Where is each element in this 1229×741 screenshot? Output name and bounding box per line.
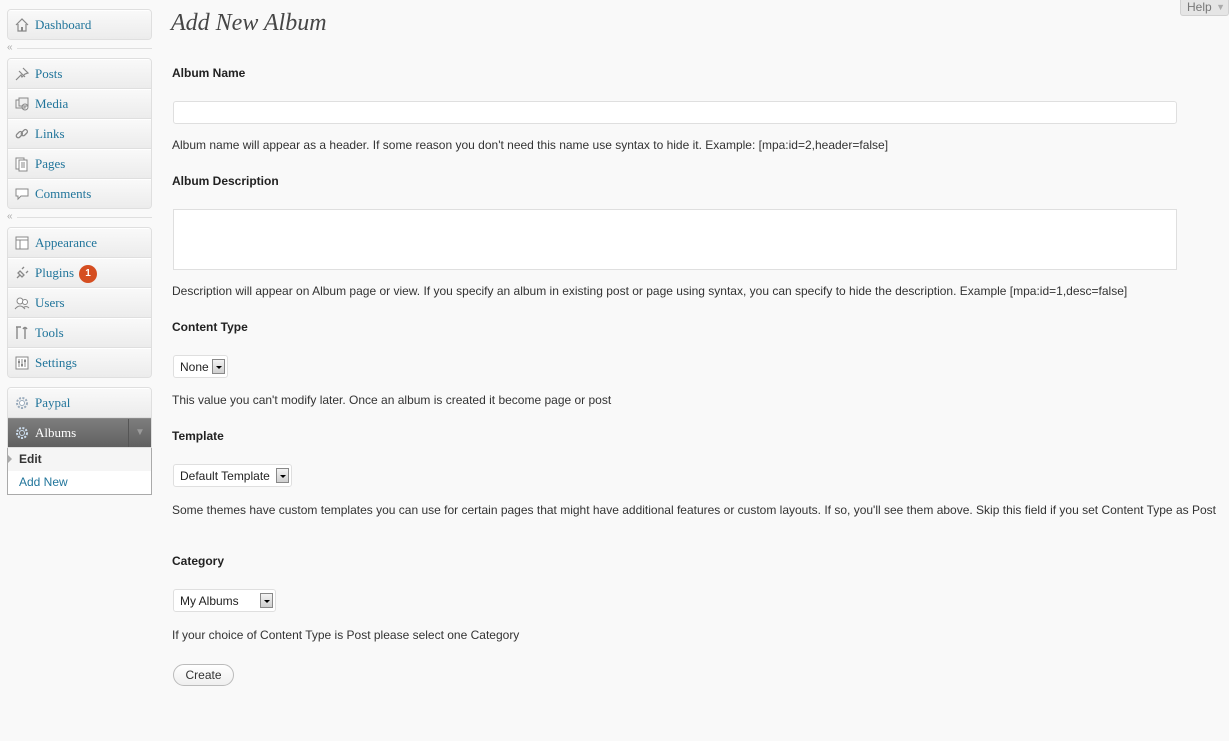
settings-icon bbox=[15, 356, 29, 370]
menu-group-admin: Appearance Plugins 1 Users Tools Setting… bbox=[7, 227, 152, 378]
album-name-input[interactable] bbox=[173, 101, 1177, 124]
sidebar-item-label: Users bbox=[35, 295, 65, 310]
category-select[interactable]: My Albums bbox=[173, 589, 276, 612]
collapse-arrow-icon[interactable]: « bbox=[7, 42, 13, 53]
sidebar-item-label: Dashboard bbox=[35, 17, 92, 32]
dropdown-arrow-icon[interactable] bbox=[276, 468, 289, 483]
users-icon bbox=[14, 297, 30, 310]
admin-sidebar: Dashboard « Posts Media Links Pages Comm… bbox=[7, 9, 152, 495]
plugin-icon bbox=[16, 266, 29, 279]
category-help: If your choice of Content Type is Post p… bbox=[172, 628, 520, 642]
sidebar-item-label: Media bbox=[35, 96, 69, 111]
sidebar-item-label: Albums bbox=[35, 425, 77, 440]
appearance-icon bbox=[15, 236, 29, 250]
sidebar-item-pages[interactable]: Pages bbox=[8, 149, 151, 179]
sidebar-item-comments[interactable]: Comments bbox=[8, 179, 151, 208]
help-label: Help bbox=[1187, 0, 1212, 14]
comment-icon bbox=[15, 188, 29, 201]
sidebar-item-posts[interactable]: Posts bbox=[8, 59, 151, 89]
sidebar-item-label: Tools bbox=[35, 325, 64, 340]
menu-separator: « bbox=[7, 40, 152, 58]
sidebar-item-label: Settings bbox=[35, 355, 77, 370]
sidebar-item-appearance[interactable]: Appearance bbox=[8, 228, 151, 258]
menu-group-plugins: Paypal Albums ▼ bbox=[7, 387, 152, 448]
sidebar-item-tools[interactable]: Tools bbox=[8, 318, 151, 348]
template-select[interactable]: Default Template bbox=[173, 464, 292, 487]
sidebar-item-links[interactable]: Links bbox=[8, 119, 151, 149]
album-name-help: Album name will appear as a header. If s… bbox=[172, 138, 889, 152]
albums-submenu: Edit Add New bbox=[7, 448, 152, 495]
template-value: Default Template bbox=[180, 469, 270, 483]
category-value: My Albums bbox=[180, 594, 239, 608]
content-type-help: This value you can't modify later. Once … bbox=[172, 393, 612, 407]
pages-icon bbox=[15, 157, 28, 172]
media-icon bbox=[15, 97, 29, 111]
template-help: Some themes have custom templates you ca… bbox=[172, 503, 1216, 517]
sidebar-item-plugins[interactable]: Plugins 1 bbox=[8, 258, 151, 288]
album-description-label: Album Description bbox=[172, 174, 279, 188]
sidebar-item-label: Pages bbox=[35, 156, 66, 171]
content-type-value: None bbox=[180, 360, 209, 374]
page-title: Add New Album bbox=[171, 10, 327, 36]
submenu-item-edit[interactable]: Edit bbox=[7, 448, 151, 471]
link-icon bbox=[15, 128, 29, 139]
update-count-badge: 1 bbox=[79, 265, 97, 283]
dashboard-icon bbox=[15, 18, 29, 32]
sidebar-item-media[interactable]: Media bbox=[8, 89, 151, 119]
create-button[interactable]: Create bbox=[173, 664, 234, 686]
menu-group-dashboard: Dashboard bbox=[7, 9, 152, 40]
submenu-item-add-new[interactable]: Add New bbox=[8, 471, 151, 494]
submenu-toggle-icon[interactable]: ▼ bbox=[128, 419, 151, 447]
collapse-arrow-icon[interactable]: « bbox=[7, 211, 13, 222]
sidebar-item-settings[interactable]: Settings bbox=[8, 348, 151, 377]
dropdown-arrow-icon[interactable] bbox=[212, 359, 225, 374]
sidebar-item-label: Paypal bbox=[35, 395, 71, 410]
menu-group-content: Posts Media Links Pages Comments bbox=[7, 58, 152, 209]
album-description-help: Description will appear on Album page or… bbox=[172, 284, 1128, 298]
sidebar-item-albums[interactable]: Albums ▼ bbox=[8, 418, 151, 447]
tools-icon bbox=[16, 326, 28, 339]
content-type-select[interactable]: None bbox=[173, 355, 228, 378]
sidebar-item-dashboard[interactable]: Dashboard bbox=[8, 10, 151, 39]
gear-icon bbox=[16, 427, 28, 439]
content-type-label: Content Type bbox=[172, 320, 248, 334]
sidebar-item-label: Posts bbox=[35, 66, 63, 81]
gear-icon bbox=[16, 397, 28, 409]
chevron-down-icon: ▼ bbox=[1216, 2, 1225, 12]
help-tab[interactable]: Help ▼ bbox=[1180, 0, 1229, 16]
sidebar-item-label: Comments bbox=[35, 186, 92, 201]
album-description-textarea[interactable] bbox=[173, 209, 1177, 270]
pushpin-icon bbox=[15, 67, 30, 81]
template-label: Template bbox=[172, 429, 224, 443]
sidebar-item-users[interactable]: Users bbox=[8, 288, 151, 318]
menu-separator: « bbox=[7, 209, 152, 227]
sidebar-item-label: Appearance bbox=[35, 235, 98, 250]
category-label: Category bbox=[172, 554, 225, 568]
sidebar-item-label: Links bbox=[35, 126, 65, 141]
album-name-label: Album Name bbox=[172, 66, 246, 80]
sidebar-item-paypal[interactable]: Paypal bbox=[8, 388, 151, 418]
dropdown-arrow-icon[interactable] bbox=[260, 593, 273, 608]
sidebar-item-label: Plugins bbox=[35, 265, 75, 280]
